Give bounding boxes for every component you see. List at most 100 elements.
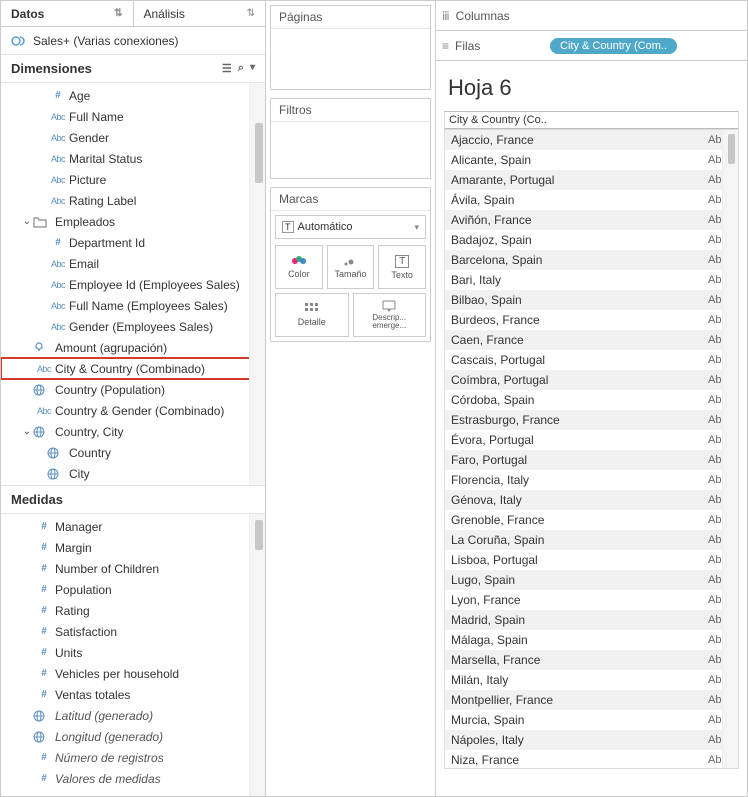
measure-item[interactable]: #Rating bbox=[1, 600, 265, 621]
dimension-item[interactable]: ▸AbcPicture bbox=[1, 169, 265, 190]
search-icon[interactable]: ⌕ bbox=[238, 62, 244, 75]
table-row[interactable]: Amarante, PortugalAbc bbox=[445, 170, 738, 190]
size-icon bbox=[342, 255, 358, 267]
table-row[interactable]: Ávila, SpainAbc bbox=[445, 190, 738, 210]
measure-item[interactable]: #Valores de medidas bbox=[1, 768, 265, 789]
dimension-item[interactable]: ▸#Age bbox=[1, 85, 265, 106]
data-list[interactable]: Ajaccio, FranceAbcAlicante, SpainAbcAmar… bbox=[444, 129, 739, 769]
dimension-item[interactable]: ▸AbcGender bbox=[1, 127, 265, 148]
view-list-icon[interactable]: ☰ bbox=[222, 62, 232, 75]
table-row[interactable]: Évora, PortugalAbc bbox=[445, 430, 738, 450]
dimension-item[interactable]: ⌄Country, City bbox=[1, 421, 265, 442]
table-row[interactable]: Coímbra, PortugalAbc bbox=[445, 370, 738, 390]
table-row[interactable]: Barcelona, SpainAbc bbox=[445, 250, 738, 270]
dimension-item[interactable]: ▸AbcFull Name (Employees Sales) bbox=[1, 295, 265, 316]
dimension-item[interactable]: ▸AbcEmployee Id (Employees Sales) bbox=[1, 274, 265, 295]
pages-card[interactable]: Páginas bbox=[270, 5, 431, 90]
dimension-label: Department Id bbox=[69, 236, 259, 250]
table-row[interactable]: Alicante, SpainAbc bbox=[445, 150, 738, 170]
dimensions-label: Dimensiones bbox=[11, 61, 92, 76]
menu-icon[interactable]: ▾ bbox=[250, 62, 255, 75]
table-row[interactable]: Murcia, SpainAbc bbox=[445, 710, 738, 730]
mark-detail-button[interactable]: Detalle bbox=[275, 293, 349, 337]
table-row[interactable]: Córdoba, SpainAbc bbox=[445, 390, 738, 410]
dimension-item[interactable]: ▸AbcRating Label bbox=[1, 190, 265, 211]
measure-item[interactable]: Longitud (generado) bbox=[1, 726, 265, 747]
measure-label: Satisfaction bbox=[55, 625, 259, 639]
measure-item[interactable]: #Units bbox=[1, 642, 265, 663]
rows-shelf[interactable]: ≡ Filas City & Country (Com.. bbox=[436, 31, 747, 61]
table-row[interactable]: Aviñón, FranceAbc bbox=[445, 210, 738, 230]
cell-city-country: Ajaccio, France bbox=[445, 133, 704, 147]
table-row[interactable]: Badajoz, SpainAbc bbox=[445, 230, 738, 250]
measure-item[interactable]: #Manager bbox=[1, 516, 265, 537]
table-row[interactable]: Ajaccio, FranceAbc bbox=[445, 130, 738, 150]
mark-color-button[interactable]: Color bbox=[275, 245, 323, 289]
dimension-item[interactable]: ▸AbcGender (Employees Sales) bbox=[1, 316, 265, 337]
scrollbar[interactable] bbox=[249, 83, 265, 485]
table-row[interactable]: Montpellier, FranceAbc bbox=[445, 690, 738, 710]
measure-item[interactable]: Latitud (generado) bbox=[1, 705, 265, 726]
dimension-item[interactable]: ▸AbcFull Name bbox=[1, 106, 265, 127]
column-header[interactable]: City & Country (Co.. bbox=[445, 112, 688, 129]
marks-title: Marcas bbox=[271, 188, 430, 211]
mark-type-label: Automático bbox=[298, 221, 353, 233]
table-row[interactable]: Bari, ItalyAbc bbox=[445, 270, 738, 290]
expand-icon[interactable]: ⌄ bbox=[21, 426, 33, 437]
marks-card[interactable]: Marcas T Automático ▾ Color bbox=[270, 187, 431, 342]
dimension-item[interactable]: ▸Country bbox=[1, 442, 265, 463]
cell-city-country: Faro, Portugal bbox=[445, 453, 704, 467]
table-row[interactable]: La Coruña, SpainAbc bbox=[445, 530, 738, 550]
dimension-item[interactable]: ▸City bbox=[1, 463, 265, 484]
sheet-title[interactable]: Hoja 6 bbox=[448, 75, 735, 101]
mark-size-button[interactable]: Tamaño bbox=[327, 245, 375, 289]
table-row[interactable]: Nápoles, ItalyAbc bbox=[445, 730, 738, 750]
datasource-row[interactable]: Sales+ (Varias conexiones) bbox=[1, 27, 265, 55]
dimension-item[interactable]: ▸#Department Id bbox=[1, 232, 265, 253]
table-row[interactable]: Málaga, SpainAbc bbox=[445, 630, 738, 650]
table-row[interactable]: Niza, FranceAbc bbox=[445, 750, 738, 769]
table-row[interactable]: Estrasburgo, FranceAbc bbox=[445, 410, 738, 430]
table-row[interactable]: Caen, FranceAbc bbox=[445, 330, 738, 350]
scrollbar[interactable] bbox=[722, 130, 738, 768]
dimension-item[interactable]: ▸AbcCity & Country (Combinado) bbox=[1, 358, 265, 379]
dimension-item[interactable]: ⌄Empleados bbox=[1, 211, 265, 232]
measure-item[interactable]: #Ventas totales bbox=[1, 684, 265, 705]
measure-item[interactable]: #Vehicles per household bbox=[1, 663, 265, 684]
mark-text-button[interactable]: T Texto bbox=[378, 245, 426, 289]
table-row[interactable]: Bilbao, SpainAbc bbox=[445, 290, 738, 310]
table-row[interactable]: Lugo, SpainAbc bbox=[445, 570, 738, 590]
measure-item[interactable]: #Number of Children bbox=[1, 558, 265, 579]
table-row[interactable]: Florencia, ItalyAbc bbox=[445, 470, 738, 490]
dimension-item[interactable]: ▸Country (Population) bbox=[1, 379, 265, 400]
filters-card[interactable]: Filtros bbox=[270, 98, 431, 179]
measure-item[interactable]: #Margin bbox=[1, 537, 265, 558]
tab-data[interactable]: Datos ⇅ bbox=[1, 1, 134, 26]
table-row[interactable]: Milán, ItalyAbc bbox=[445, 670, 738, 690]
scrollbar[interactable] bbox=[249, 514, 265, 796]
table-row[interactable]: Faro, PortugalAbc bbox=[445, 450, 738, 470]
columns-shelf[interactable]: ⅲ Columnas bbox=[436, 1, 747, 31]
measure-item[interactable]: #Satisfaction bbox=[1, 621, 265, 642]
dimension-item[interactable]: ▸AbcEmail bbox=[1, 253, 265, 274]
table-row[interactable]: Grenoble, FranceAbc bbox=[445, 510, 738, 530]
mark-tooltip-button[interactable]: Descrip... emerge... bbox=[353, 293, 427, 337]
dimension-item[interactable]: ▸AbcCountry & Gender (Combinado) bbox=[1, 400, 265, 421]
row-pill-city-country[interactable]: City & Country (Com.. bbox=[550, 38, 677, 54]
table-row[interactable]: Burdeos, FranceAbc bbox=[445, 310, 738, 330]
mark-type-select[interactable]: T Automático ▾ bbox=[275, 215, 426, 239]
table-row[interactable]: Génova, ItalyAbc bbox=[445, 490, 738, 510]
table-row[interactable]: Lyon, FranceAbc bbox=[445, 590, 738, 610]
measure-item[interactable]: #Population bbox=[1, 579, 265, 600]
table-row[interactable]: Marsella, FranceAbc bbox=[445, 650, 738, 670]
dimensions-list[interactable]: ▸#Age▸AbcFull Name▸AbcGender▸AbcMarital … bbox=[1, 83, 265, 485]
table-row[interactable]: Lisboa, PortugalAbc bbox=[445, 550, 738, 570]
table-row[interactable]: Madrid, SpainAbc bbox=[445, 610, 738, 630]
table-row[interactable]: Cascais, PortugalAbc bbox=[445, 350, 738, 370]
tab-analysis[interactable]: Análisis ⇅ bbox=[134, 1, 266, 26]
dimension-item[interactable]: ▸AbcMarital Status bbox=[1, 148, 265, 169]
dimension-item[interactable]: ▸Amount (agrupación) bbox=[1, 337, 265, 358]
measure-item[interactable]: #Número de registros bbox=[1, 747, 265, 768]
measures-list[interactable]: #Manager#Margin#Number of Children#Popul… bbox=[1, 514, 265, 796]
expand-icon[interactable]: ⌄ bbox=[21, 216, 33, 227]
